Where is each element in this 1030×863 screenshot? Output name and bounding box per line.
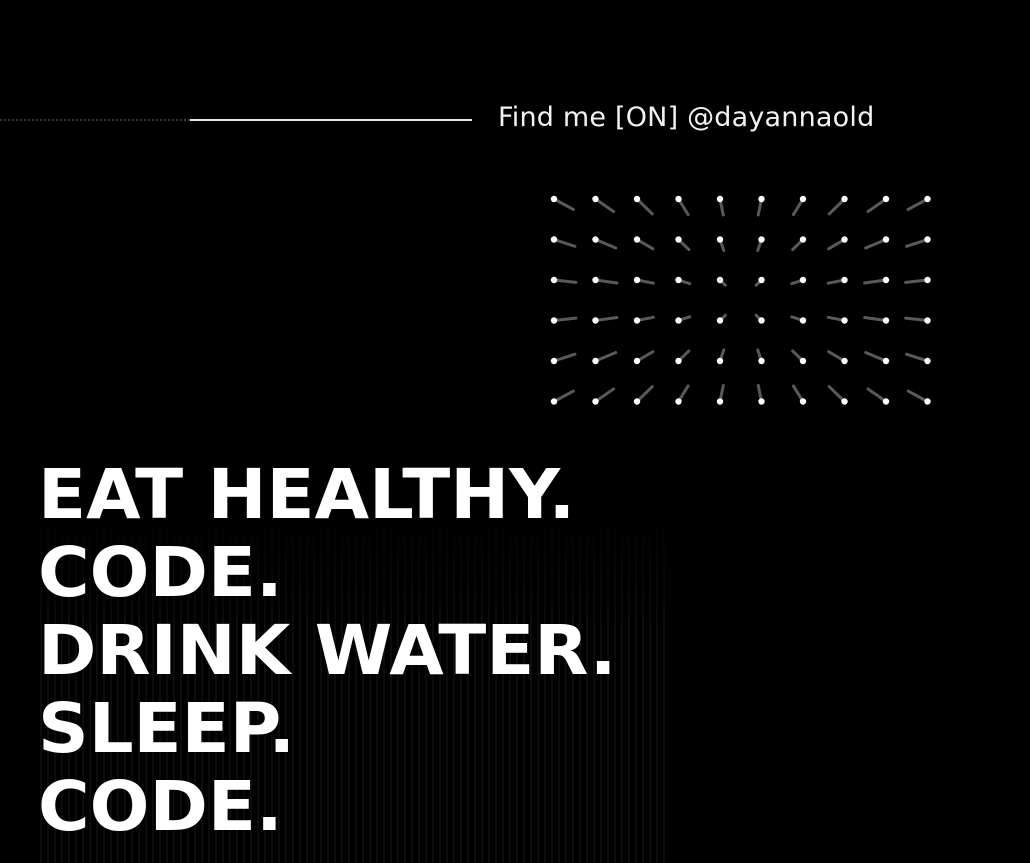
dot-streak bbox=[866, 387, 888, 403]
grid-dot bbox=[882, 236, 890, 243]
headline-line-drink-water: DRINK WATER. bbox=[38, 611, 617, 691]
grid-dot bbox=[799, 236, 807, 243]
dot-streak bbox=[863, 278, 888, 285]
grid-dot bbox=[924, 317, 931, 324]
headline-line-code: CODE. bbox=[38, 533, 283, 613]
headline-line-code-final: CODE. bbox=[38, 767, 283, 847]
dot-streak bbox=[905, 352, 929, 363]
dot-streak bbox=[594, 278, 619, 285]
dot-streak bbox=[635, 385, 654, 403]
grid-dot bbox=[799, 398, 807, 405]
dotted-trail bbox=[0, 119, 190, 121]
grid-dot bbox=[592, 357, 599, 365]
grid-dot bbox=[716, 236, 724, 243]
grid-dot bbox=[924, 398, 931, 405]
grid-dot bbox=[841, 236, 848, 243]
grid-dot bbox=[799, 276, 807, 284]
grid-dot bbox=[675, 276, 682, 284]
dot-streak bbox=[906, 197, 929, 211]
dot-streak bbox=[864, 351, 888, 363]
grid-dot bbox=[841, 317, 848, 324]
grid-dot bbox=[882, 317, 890, 324]
dot-streak bbox=[552, 316, 578, 322]
divider-line bbox=[190, 119, 472, 121]
grid-dot bbox=[550, 317, 558, 324]
dot-streak bbox=[552, 352, 577, 363]
dot-streak bbox=[552, 389, 575, 403]
grid-dot bbox=[882, 195, 890, 203]
dot-streak bbox=[594, 316, 619, 322]
dot-streak bbox=[635, 197, 654, 216]
dot-streak bbox=[594, 351, 618, 363]
grid-dot bbox=[675, 195, 682, 203]
dot-streak bbox=[906, 389, 929, 403]
grid-dot bbox=[633, 398, 641, 405]
grid-dot bbox=[550, 276, 558, 284]
grid-dot bbox=[675, 317, 682, 324]
grid-dot bbox=[758, 276, 765, 284]
grid-dot bbox=[633, 317, 641, 324]
grid-dot bbox=[799, 317, 807, 324]
dot-streak bbox=[866, 197, 888, 214]
dot-streak bbox=[594, 197, 616, 214]
social-handle-text: Find me [ON] @dayannaold bbox=[498, 102, 875, 133]
grid-dot bbox=[592, 398, 599, 405]
grid-dot bbox=[841, 357, 848, 365]
grid-dot bbox=[550, 398, 558, 405]
grid-dot bbox=[799, 357, 807, 365]
grid-dot bbox=[716, 398, 724, 405]
grid-dot bbox=[592, 195, 599, 203]
grid-dot bbox=[550, 195, 558, 203]
grid-dot bbox=[716, 195, 724, 203]
grid-dot bbox=[924, 357, 931, 365]
grid-dot bbox=[716, 276, 724, 284]
grid-dot bbox=[550, 236, 558, 243]
dot-streak bbox=[594, 387, 616, 403]
grid-dot bbox=[592, 276, 599, 284]
grid-dot bbox=[592, 236, 599, 243]
dot-streak bbox=[552, 238, 577, 248]
grid-dot bbox=[924, 195, 931, 203]
poster-canvas: Find me [ON] @dayannaold EAT HEALTHY. CO… bbox=[0, 0, 1030, 863]
grid-dot bbox=[841, 276, 848, 284]
grid-dot bbox=[924, 236, 931, 243]
grid-dot bbox=[882, 357, 890, 365]
grid-dot bbox=[758, 398, 765, 405]
grid-dot bbox=[882, 398, 890, 405]
grid-dot bbox=[882, 276, 890, 284]
dot-streak bbox=[552, 197, 575, 211]
dot-streak bbox=[827, 385, 846, 403]
grid-dot bbox=[758, 357, 765, 365]
dot-grid-icon bbox=[550, 195, 931, 405]
grid-dot bbox=[716, 317, 724, 324]
headline-line-eat-healthy: EAT HEALTHY. bbox=[38, 455, 576, 535]
dot-streak bbox=[864, 238, 888, 250]
grid-dot bbox=[675, 357, 682, 365]
dot-streak bbox=[827, 197, 846, 216]
grid-dot bbox=[550, 357, 558, 365]
grid-dot bbox=[675, 236, 682, 243]
grid-dot bbox=[799, 195, 807, 203]
grid-dot bbox=[675, 398, 682, 405]
grid-dot bbox=[633, 195, 641, 203]
headline-line-sleep: SLEEP. bbox=[38, 689, 296, 769]
grid-dot bbox=[841, 398, 848, 405]
grid-dot bbox=[924, 276, 931, 284]
grid-dot bbox=[758, 317, 765, 324]
grid-dot bbox=[633, 276, 641, 284]
grid-dot bbox=[841, 195, 848, 203]
grid-dot bbox=[758, 236, 765, 243]
grid-dot bbox=[716, 357, 724, 365]
headline-stack: EAT HEALTHY. CODE. DRINK WATER. SLEEP. C… bbox=[38, 456, 617, 846]
grid-dot bbox=[758, 195, 765, 203]
dot-streak bbox=[552, 278, 578, 284]
dot-streak bbox=[904, 278, 929, 284]
grid-dot bbox=[633, 357, 641, 365]
dot-streak bbox=[863, 316, 888, 322]
dot-streak bbox=[905, 238, 929, 248]
dot-streak bbox=[594, 238, 618, 250]
dot-streak bbox=[904, 316, 929, 322]
grid-dot bbox=[633, 236, 641, 243]
grid-dot bbox=[592, 317, 599, 324]
